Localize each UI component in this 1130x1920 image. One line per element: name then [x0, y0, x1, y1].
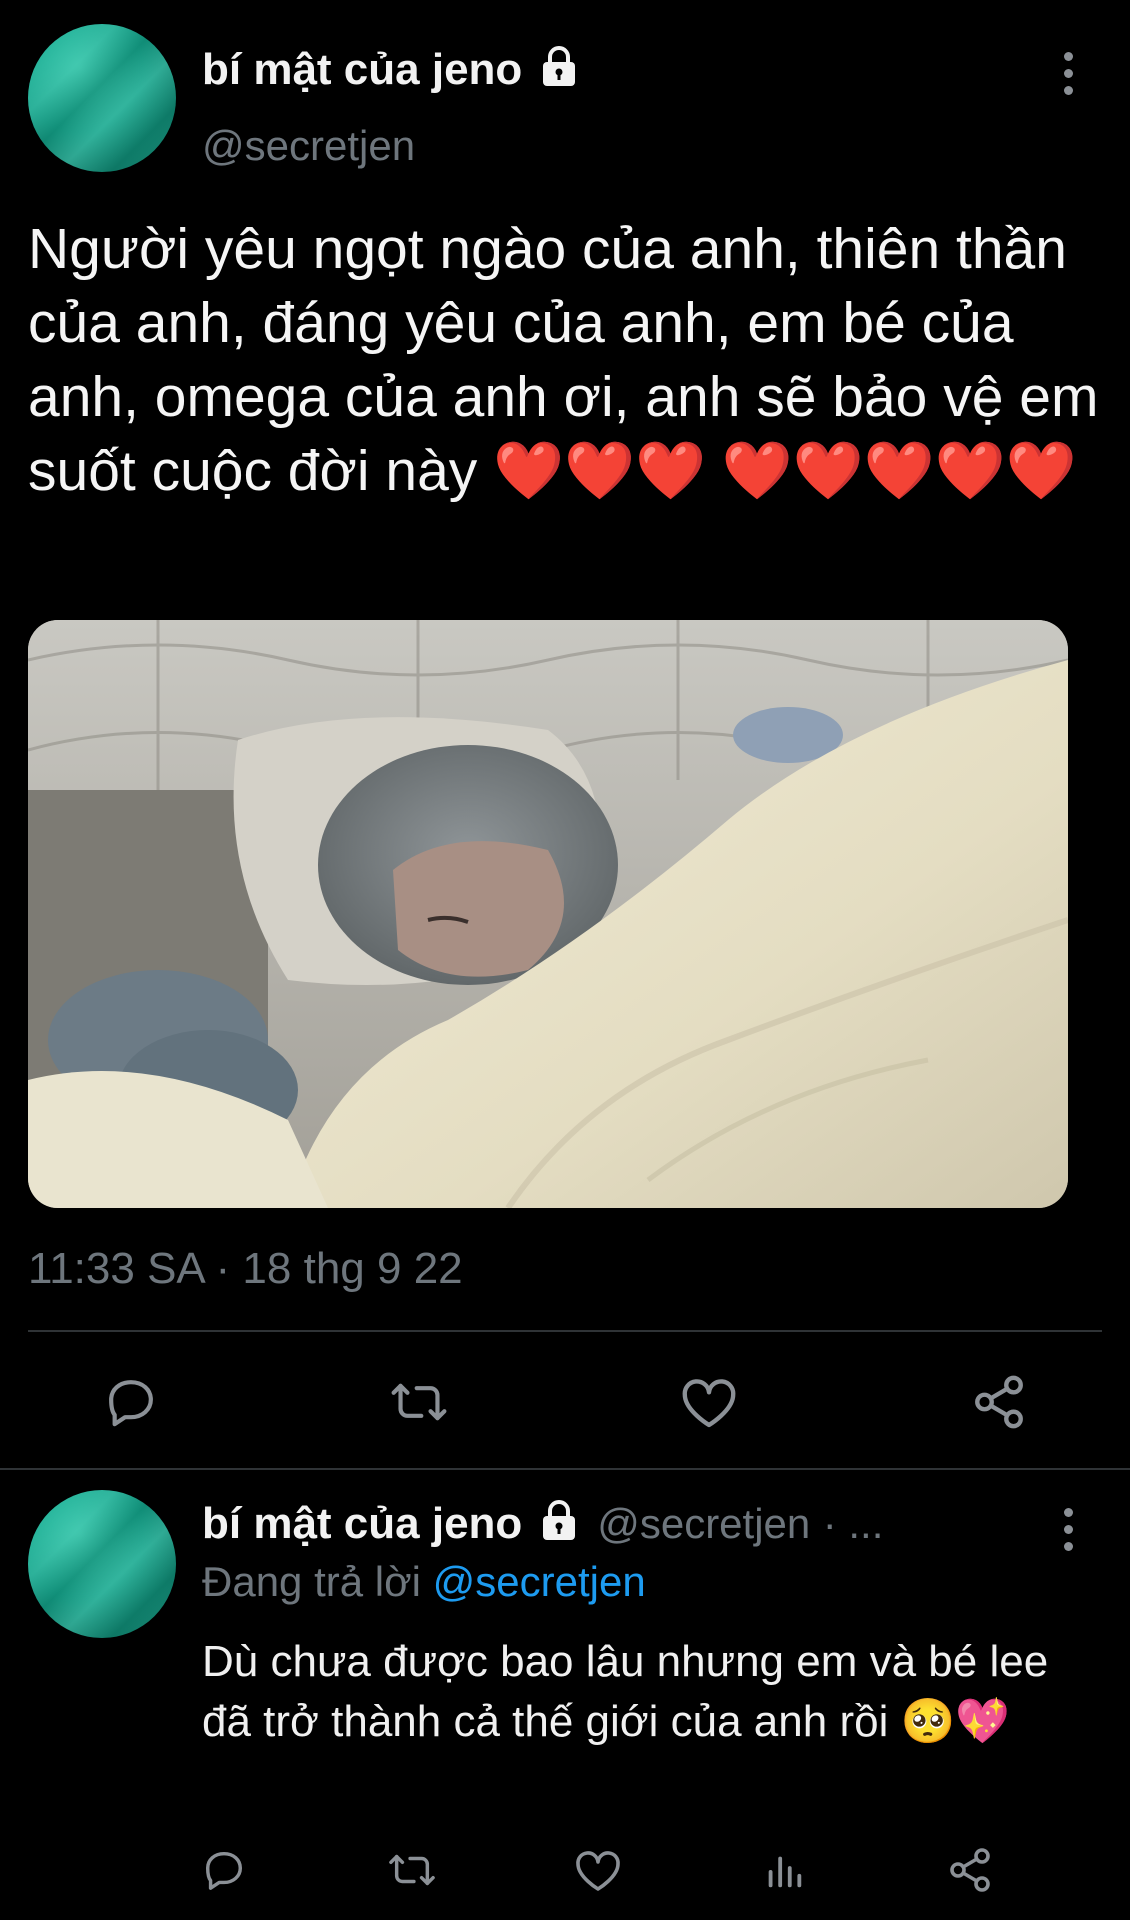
views-icon[interactable] [756, 1846, 812, 1894]
reply-text: Dù chưa được bao lâu nhưng em và bé lee … [202, 1637, 1049, 1746]
divider [0, 1468, 1130, 1470]
reply-reply-icon[interactable] [196, 1846, 252, 1894]
retweet-icon[interactable] [384, 1370, 454, 1434]
reply-like-icon[interactable] [570, 1846, 626, 1894]
divider [28, 1330, 1102, 1332]
lock-icon [537, 44, 581, 93]
tweet-timestamp[interactable]: 11:33 SA · 18 thg 9 22 [28, 1244, 463, 1294]
reply-author-handle: @secretjen [597, 1500, 811, 1547]
reply-header[interactable]: bí mật của jeno @secretjen · ... [202, 1498, 962, 1549]
replying-label: Đang trả lời [202, 1558, 421, 1605]
tweet-text: Người yêu ngọt ngào của anh, thiên thần … [28, 217, 1099, 503]
reply-time-separator: · ... [822, 1500, 884, 1547]
reply-author-name: bí mật của jeno [202, 1499, 523, 1548]
reply-author-avatar[interactable] [28, 1490, 176, 1638]
share-icon[interactable] [964, 1370, 1034, 1434]
tweet-image-content [28, 620, 1068, 1208]
reply-share-icon[interactable] [942, 1846, 998, 1894]
author-avatar[interactable] [28, 24, 176, 172]
author-handle[interactable]: @secretjen [202, 122, 415, 170]
reply-retweet-icon[interactable] [384, 1846, 440, 1894]
tweet-image[interactable] [28, 620, 1068, 1208]
author-name: bí mật của jeno [202, 45, 523, 94]
replying-to-line: Đang trả lời @secretjen [202, 1558, 646, 1606]
like-icon[interactable] [674, 1370, 744, 1434]
more-options-icon[interactable] [1058, 52, 1078, 95]
lock-icon [537, 1498, 581, 1547]
reply-more-options-icon[interactable] [1058, 1508, 1078, 1551]
author-name-row[interactable]: bí mật của jeno [202, 44, 581, 95]
reply-icon[interactable] [96, 1370, 166, 1434]
replying-to-link[interactable]: @secretjen [433, 1558, 646, 1605]
